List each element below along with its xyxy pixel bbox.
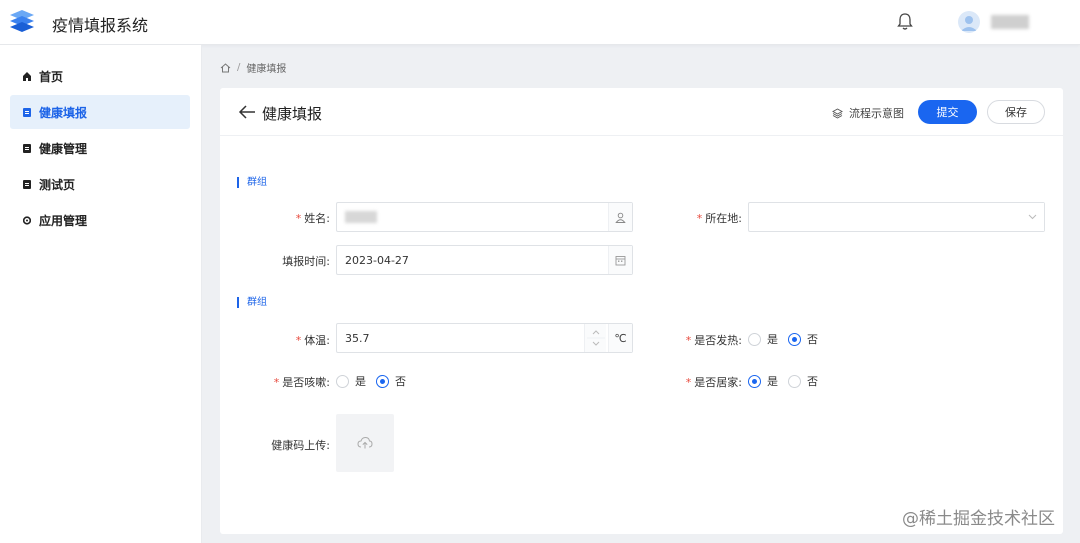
required-mark: * bbox=[685, 376, 692, 389]
section-label-1: 群组 bbox=[237, 177, 267, 188]
home-label-text: 是否居家: bbox=[694, 376, 742, 389]
breadcrumb: / 健康填报 bbox=[220, 60, 286, 75]
breadcrumb-current: 健康填报 bbox=[246, 64, 287, 75]
date-value: 2023-04-27 bbox=[345, 253, 409, 267]
home-quarantine-label: * 是否居家: bbox=[660, 374, 742, 390]
temperature-value: 35.7 bbox=[345, 331, 370, 345]
required-mark: * bbox=[696, 212, 703, 225]
document-icon bbox=[23, 143, 31, 153]
radio-checked bbox=[376, 374, 389, 388]
cough-option-yes-label: 是 bbox=[355, 375, 366, 388]
sidebar-item-health-manage[interactable]: 健康管理 bbox=[10, 131, 190, 165]
required-mark: * bbox=[685, 334, 692, 347]
sidebar-item-label: 健康管理 bbox=[39, 141, 88, 156]
cough-option-no[interactable]: 否 bbox=[376, 373, 406, 389]
document-icon bbox=[23, 107, 31, 117]
health-code-upload[interactable] bbox=[336, 414, 394, 472]
section-label-2: 群组 bbox=[237, 297, 267, 308]
layers-icon bbox=[832, 107, 843, 119]
fever-option-yes[interactable]: 是 bbox=[748, 331, 778, 347]
fever-option-no-label: 否 bbox=[807, 333, 818, 346]
cough-option-no-label: 否 bbox=[395, 375, 406, 388]
name-value: 张三 bbox=[345, 211, 377, 223]
sidebar: 首页 健康填报 健康管理 测试页 应用管理 bbox=[0, 45, 202, 543]
home-option-no[interactable]: 否 bbox=[788, 373, 818, 389]
temperature-label-text: 体温: bbox=[304, 334, 330, 347]
location-select[interactable] bbox=[748, 202, 1045, 232]
required-mark: * bbox=[295, 334, 302, 347]
temperature-input[interactable]: 35.7 ℃ bbox=[336, 323, 633, 353]
main-card: 健康填报 流程示意图 提交 保存 群组 *姓名: 张三 *所在地: 填报时间: bbox=[220, 88, 1063, 534]
sidebar-item-label: 健康填报 bbox=[39, 105, 88, 120]
flow-diagram-link[interactable]: 流程示意图 bbox=[832, 105, 904, 121]
flow-link-label: 流程示意图 bbox=[849, 107, 904, 120]
upload-icon bbox=[357, 436, 373, 449]
save-button[interactable]: 保存 bbox=[987, 100, 1045, 124]
user-icon bbox=[608, 203, 632, 231]
radio-unchecked bbox=[788, 374, 801, 388]
avatar-person-icon bbox=[958, 11, 980, 33]
date-label: 填报时间: bbox=[282, 255, 330, 268]
sidebar-item-health-report[interactable]: 健康填报 bbox=[10, 95, 190, 129]
sidebar-item-label: 应用管理 bbox=[39, 213, 88, 228]
temperature-unit: ℃ bbox=[608, 324, 632, 352]
fever-label: * 是否发热: bbox=[660, 332, 742, 348]
cough-option-yes[interactable]: 是 bbox=[336, 373, 366, 389]
fever-option-yes-label: 是 bbox=[767, 333, 778, 346]
sidebar-item-app-manage[interactable]: 应用管理 bbox=[10, 203, 190, 237]
home-radio-group: 是 否 bbox=[748, 373, 828, 389]
home-option-yes-label: 是 bbox=[767, 375, 778, 388]
health-code-upload-label: 健康码上传: bbox=[271, 439, 330, 452]
radio-checked bbox=[788, 332, 801, 346]
document-icon bbox=[23, 179, 31, 189]
username[interactable]: user bbox=[991, 15, 1029, 29]
required-mark: * bbox=[273, 376, 280, 389]
app-title: 疫情填报系统 bbox=[52, 16, 149, 35]
radio-checked bbox=[748, 374, 761, 388]
page-title: 健康填报 bbox=[262, 105, 323, 123]
calendar-icon bbox=[608, 246, 632, 274]
sidebar-item-test-page[interactable]: 测试页 bbox=[10, 167, 190, 201]
temperature-stepper[interactable] bbox=[584, 324, 606, 352]
fever-radio-group: 是 否 bbox=[748, 331, 828, 347]
home-icon bbox=[23, 71, 31, 81]
cough-radio-group: 是 否 bbox=[336, 373, 416, 389]
card-header: 健康填报 流程示意图 提交 保存 bbox=[220, 88, 1063, 136]
back-arrow-icon[interactable] bbox=[238, 104, 256, 120]
submit-button[interactable]: 提交 bbox=[918, 100, 977, 124]
radio-unchecked bbox=[336, 374, 349, 388]
settings-dot-icon bbox=[23, 215, 31, 225]
temperature-label: * 体温: bbox=[280, 332, 330, 348]
home-option-no-label: 否 bbox=[807, 375, 818, 388]
sidebar-item-label: 测试页 bbox=[39, 177, 76, 192]
name-label: * 姓名: bbox=[280, 210, 330, 226]
sidebar-item-label: 首页 bbox=[39, 69, 64, 84]
fever-label-text: 是否发热: bbox=[694, 334, 742, 347]
cough-label-text: 是否咳嗽: bbox=[282, 376, 330, 389]
bell-icon[interactable] bbox=[896, 12, 914, 32]
watermark: @稀土掘金技术社区 bbox=[902, 509, 1055, 529]
location-label-text: 所在地: bbox=[705, 212, 742, 225]
name-input[interactable]: 张三 bbox=[336, 202, 633, 232]
home-option-yes[interactable]: 是 bbox=[748, 373, 778, 389]
breadcrumb-separator: / bbox=[237, 62, 241, 73]
top-header: 疫情填报系统 user bbox=[0, 0, 1080, 45]
cough-label: * 是否咳嗽: bbox=[250, 374, 330, 390]
required-mark: * bbox=[295, 212, 302, 225]
location-label: * 所在地: bbox=[680, 210, 742, 226]
app-logo-icon[interactable] bbox=[8, 9, 36, 35]
stepper-arrows-icon bbox=[587, 330, 605, 346]
radio-unchecked bbox=[748, 332, 761, 346]
home-outline-icon[interactable] bbox=[220, 62, 231, 73]
name-label-text: 姓名: bbox=[304, 212, 330, 225]
fever-option-no[interactable]: 否 bbox=[788, 331, 818, 347]
sidebar-item-home[interactable]: 首页 bbox=[10, 59, 190, 93]
avatar[interactable] bbox=[958, 11, 980, 33]
date-picker[interactable]: 2023-04-27 bbox=[336, 245, 633, 275]
chevron-down-icon bbox=[1020, 203, 1044, 231]
